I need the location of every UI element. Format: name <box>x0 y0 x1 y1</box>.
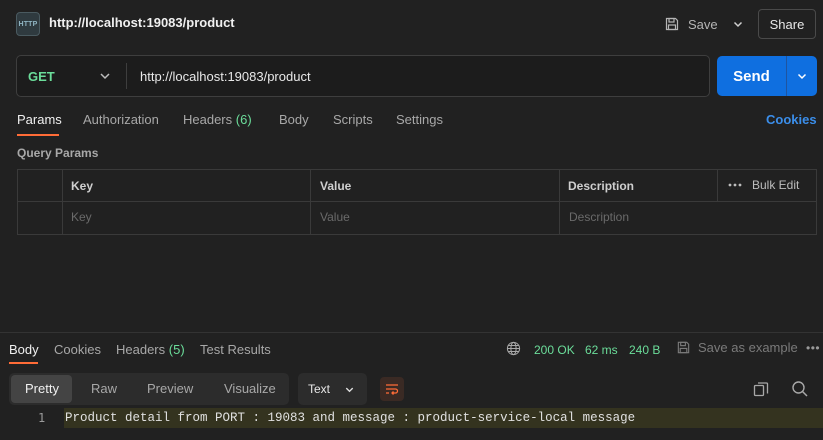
response-tab-body[interactable]: Body <box>9 342 39 357</box>
tab-settings[interactable]: Settings <box>396 112 443 127</box>
headers-count: (6) <box>235 112 252 127</box>
chevron-down-icon[interactable] <box>98 69 112 83</box>
column-header-description: Description <box>568 179 635 193</box>
response-tab-headers[interactable]: Headers (5) <box>116 342 185 357</box>
bulk-edit-button[interactable]: Bulk Edit <box>728 178 799 192</box>
view-raw[interactable]: Raw <box>91 381 117 396</box>
format-select[interactable]: Text <box>298 373 367 405</box>
save-as-example-button[interactable]: Save as example <box>676 340 798 355</box>
http-icon-text: HTTP <box>18 20 38 28</box>
tab-params[interactable]: Params <box>17 112 62 127</box>
response-headers-count: (5) <box>168 342 185 357</box>
active-tab-indicator <box>17 134 59 136</box>
cookies-link[interactable]: Cookies <box>766 112 817 127</box>
send-button[interactable]: Send <box>717 56 786 96</box>
method-select[interactable]: GET <box>28 69 55 84</box>
response-tab-test-results[interactable]: Test Results <box>200 342 271 357</box>
view-preview[interactable]: Preview <box>147 381 193 396</box>
request-title[interactable]: http://localhost:19083/product <box>49 15 235 30</box>
view-pretty[interactable]: Pretty <box>25 381 59 396</box>
tab-authorization[interactable]: Authorization <box>83 112 159 127</box>
query-params-label: Query Params <box>17 146 99 160</box>
wrap-lines-button[interactable] <box>380 377 404 401</box>
table-column-divider <box>62 169 63 235</box>
chevron-down-icon <box>797 73 807 80</box>
url-divider <box>126 63 127 89</box>
column-header-value: Value <box>320 179 352 193</box>
search-icon[interactable] <box>791 380 809 398</box>
response-size[interactable]: 240 B <box>629 343 660 357</box>
table-column-divider <box>717 169 718 201</box>
response-tab-headers-label: Headers <box>116 342 166 357</box>
chevron-down-icon <box>345 387 354 392</box>
save-label: Save <box>688 16 718 32</box>
table-column-divider <box>310 169 311 235</box>
http-request-icon: HTTP <box>16 12 40 36</box>
tab-scripts[interactable]: Scripts <box>333 112 373 127</box>
query-params-table <box>17 169 817 235</box>
save-icon <box>665 17 679 31</box>
param-description-input[interactable]: Description <box>569 210 629 224</box>
response-tab-cookies[interactable]: Cookies <box>54 342 101 357</box>
param-value-input[interactable]: Value <box>320 210 350 224</box>
url-input[interactable] <box>140 68 700 84</box>
more-options-icon[interactable]: ••• <box>806 341 820 355</box>
view-visualize[interactable]: Visualize <box>224 381 276 396</box>
column-header-key: Key <box>71 179 94 193</box>
save-icon <box>677 341 690 354</box>
line-number: 1 <box>38 411 46 425</box>
save-options-button[interactable] <box>729 14 747 34</box>
send-options-button[interactable] <box>786 56 817 96</box>
chevron-down-icon <box>733 21 743 28</box>
active-tab-indicator <box>9 362 38 364</box>
table-divider <box>17 201 817 202</box>
save-button[interactable]: Save <box>664 10 718 38</box>
wrap-lines-icon <box>386 384 399 395</box>
share-button[interactable]: Share <box>758 9 816 39</box>
tab-body[interactable]: Body <box>279 112 309 127</box>
response-body-line: Product detail from PORT : 19083 and mes… <box>65 411 636 425</box>
table-column-divider <box>559 169 560 235</box>
response-time[interactable]: 62 ms <box>585 343 618 357</box>
response-divider[interactable] <box>0 332 823 333</box>
tab-headers-label: Headers <box>183 112 233 127</box>
param-key-input[interactable]: Key <box>71 210 92 224</box>
globe-icon[interactable] <box>506 341 521 356</box>
format-label: Text <box>308 382 331 396</box>
save-as-example-label: Save as example <box>698 340 798 355</box>
tab-headers[interactable]: Headers (6) <box>183 112 252 127</box>
more-horizontal-icon <box>728 183 742 187</box>
copy-icon[interactable] <box>752 380 770 398</box>
status-code[interactable]: 200 OK <box>534 343 575 357</box>
bulk-edit-label: Bulk Edit <box>752 178 800 192</box>
